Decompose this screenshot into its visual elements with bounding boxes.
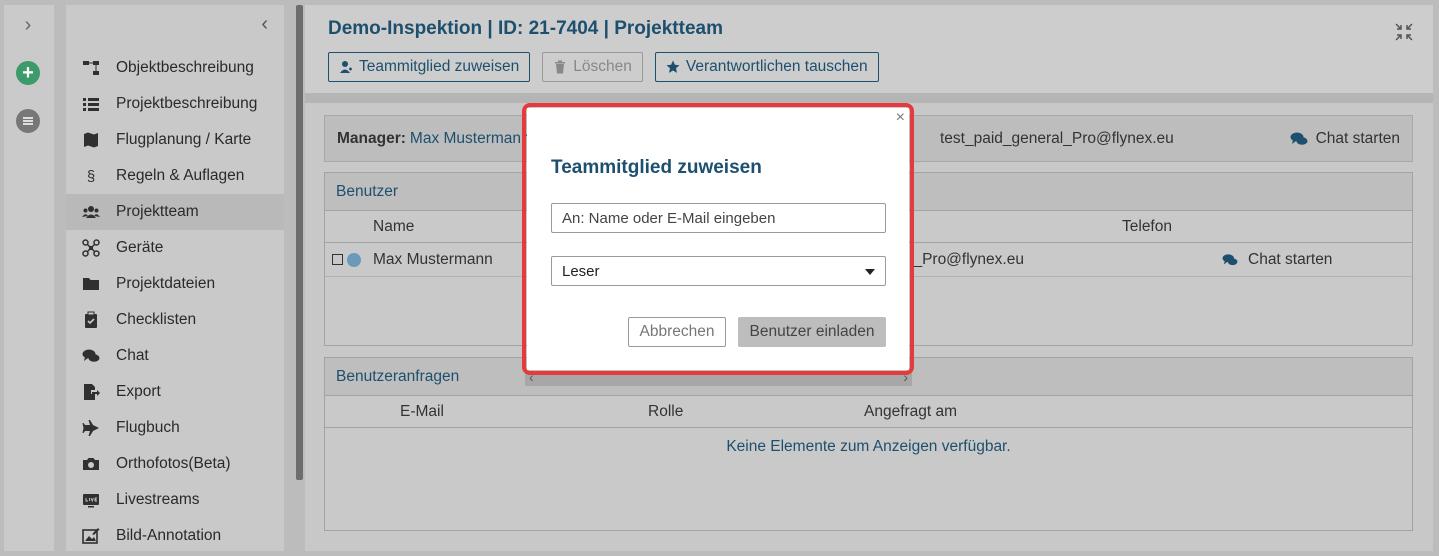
sidebar-item-bild-annotation[interactable]: Bild-Annotation	[66, 518, 284, 554]
row-chat-link[interactable]: Chat starten	[1222, 251, 1332, 269]
manager-label: Manager:	[337, 129, 406, 147]
manager-email: test_paid_general_Pro@flynex.eu	[940, 129, 1174, 147]
plus-circle-icon[interactable]: +	[16, 61, 40, 85]
manager-chat-label: Chat starten	[1315, 129, 1400, 147]
camera-icon	[80, 453, 102, 475]
column-phone[interactable]: Telefon	[1122, 218, 1172, 236]
folder-icon	[80, 273, 102, 295]
image-edit-icon	[80, 525, 102, 547]
chat-icon	[1290, 132, 1308, 145]
status-dot	[347, 253, 361, 267]
cancel-button[interactable]: Abbrechen	[628, 317, 726, 347]
sidebar-item-flugplanung[interactable]: Flugplanung / Karte	[66, 122, 284, 158]
user-add-icon	[340, 61, 352, 73]
chevron-left-icon[interactable]: ‹	[261, 13, 268, 36]
sidebar-item-regeln[interactable]: § Regeln & Auflagen	[66, 158, 284, 194]
left-rail: › +	[4, 5, 54, 551]
column-role[interactable]: Rolle	[648, 403, 683, 421]
toolbar: Teammitglied zuweisen Löschen Verantwort…	[328, 52, 879, 82]
recipient-input[interactable]	[551, 203, 886, 233]
sidebar-item-label: Checklisten	[116, 311, 197, 328]
chat-icon	[1222, 254, 1238, 266]
row-checkbox[interactable]	[332, 254, 343, 265]
column-requested[interactable]: Angefragt am	[864, 403, 957, 421]
page-title: Demo-Inspektion | ID: 21-7404 | Projektt…	[328, 18, 723, 39]
chat-icon	[80, 345, 102, 367]
star-icon	[666, 60, 680, 73]
sidebar-item-label: Bild-Annotation	[116, 527, 222, 544]
sidebar-item-label: Flugplanung / Karte	[116, 131, 252, 148]
manager-name[interactable]: Max Mustermann	[410, 130, 530, 148]
assign-member-dialog: × Teammitglied zuweisen Leser Abbrechen …	[527, 108, 909, 370]
sidebar: ‹ Objektbeschreibung Projektbeschreibung…	[66, 5, 284, 551]
sidebar-item-objektbeschreibung[interactable]: Objektbeschreibung	[66, 50, 284, 86]
requests-table-header: E-Mail Rolle Angefragt am	[325, 396, 1412, 428]
close-icon[interactable]: ×	[896, 109, 905, 127]
row-email: l_Pro@flynex.eu	[910, 251, 1024, 268]
dialog-title: Teammitglied zuweisen	[551, 157, 762, 178]
sidebar-item-label: Objektbeschreibung	[116, 59, 254, 76]
manager-chat-link[interactable]: Chat starten	[1290, 130, 1400, 148]
sidebar-item-label: Regeln & Auflagen	[116, 167, 245, 184]
sidebar-item-flugbuch[interactable]: Flugbuch	[66, 410, 284, 446]
paragraph-icon: §	[86, 167, 96, 185]
assign-member-button[interactable]: Teammitglied zuweisen	[328, 52, 531, 82]
sidebar-item-label: Chat	[116, 347, 149, 364]
clipboard-icon	[80, 309, 102, 331]
swap-responsible-label: Verantwortlichen tauschen	[685, 58, 868, 75]
delete-button[interactable]: Löschen	[542, 52, 643, 82]
row-chat-label: Chat starten	[1248, 251, 1333, 268]
users-icon	[80, 201, 102, 223]
trash-icon	[555, 60, 566, 74]
role-select[interactable]: Leser	[551, 256, 886, 286]
column-email[interactable]: E-Mail	[400, 403, 444, 421]
plane-icon	[80, 417, 102, 439]
column-name[interactable]: Name	[373, 218, 414, 236]
sidebar-scrollbar[interactable]	[296, 5, 303, 480]
export-icon	[80, 381, 102, 403]
sidebar-item-label: Projektteam	[116, 203, 199, 220]
sitemap-icon	[80, 57, 102, 79]
sidebar-item-projektbeschreibung[interactable]: Projektbeschreibung	[66, 86, 284, 122]
sidebar-item-geraete[interactable]: Geräte	[66, 230, 284, 266]
compress-icon[interactable]	[1395, 23, 1413, 41]
page-header: Demo-Inspektion | ID: 21-7404 | Projektt…	[305, 5, 1433, 93]
swap-responsible-button[interactable]: Verantwortlichen tauschen	[654, 52, 879, 82]
sidebar-item-orthofotos[interactable]: Orthofotos(Beta)	[66, 446, 284, 482]
sidebar-item-label: Flugbuch	[116, 419, 180, 436]
sidebar-item-label: Livestreams	[116, 491, 200, 508]
sidebar-item-label: Export	[116, 383, 161, 400]
list-circle-icon[interactable]	[16, 109, 40, 133]
content-divider	[305, 93, 1433, 103]
invite-user-button[interactable]: Benutzer einladen	[738, 317, 886, 347]
sidebar-item-label: Projektdateien	[116, 275, 216, 292]
live-icon	[80, 489, 102, 511]
sidebar-item-label: Projektbeschreibung	[116, 95, 258, 112]
sidebar-item-checklisten[interactable]: Checklisten	[66, 302, 284, 338]
map-icon	[80, 129, 102, 151]
list-icon	[80, 93, 102, 115]
caret-down-icon	[865, 269, 875, 275]
assign-member-label: Teammitglied zuweisen	[359, 58, 520, 75]
sidebar-item-projektteam[interactable]: Projektteam	[66, 194, 284, 230]
sidebar-item-export[interactable]: Export	[66, 374, 284, 410]
sidebar-item-label: Orthofotos(Beta)	[116, 455, 231, 472]
drone-icon	[80, 237, 102, 259]
role-selected-value: Leser	[562, 262, 600, 280]
sidebar-menu: Objektbeschreibung Projektbeschreibung F…	[66, 50, 284, 554]
sidebar-item-projektdateien[interactable]: Projektdateien	[66, 266, 284, 302]
sidebar-item-chat[interactable]: Chat	[66, 338, 284, 374]
sidebar-item-label: Geräte	[116, 239, 164, 256]
sidebar-item-livestreams[interactable]: Livestreams	[66, 482, 284, 518]
row-name: Max Mustermann	[373, 251, 493, 268]
delete-label: Löschen	[573, 58, 632, 75]
chevron-right-icon[interactable]: ›	[16, 13, 40, 37]
empty-message: Keine Elemente zum Anzeigen verfügbar.	[726, 438, 1011, 455]
